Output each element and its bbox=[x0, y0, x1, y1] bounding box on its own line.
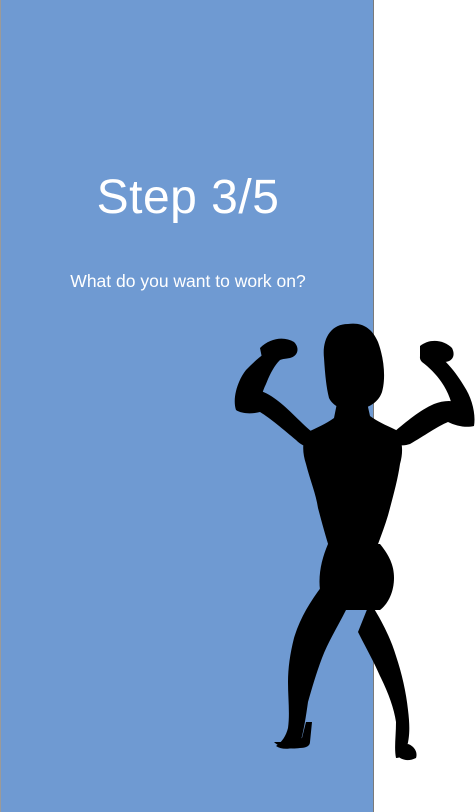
onboarding-screen: Step 3/5 What do you want to work on? bbox=[0, 0, 476, 812]
question-text: What do you want to work on? bbox=[70, 271, 306, 291]
step-indicator: Step 3/5 bbox=[96, 171, 280, 224]
flexing-woman-silhouette-icon bbox=[230, 318, 476, 762]
